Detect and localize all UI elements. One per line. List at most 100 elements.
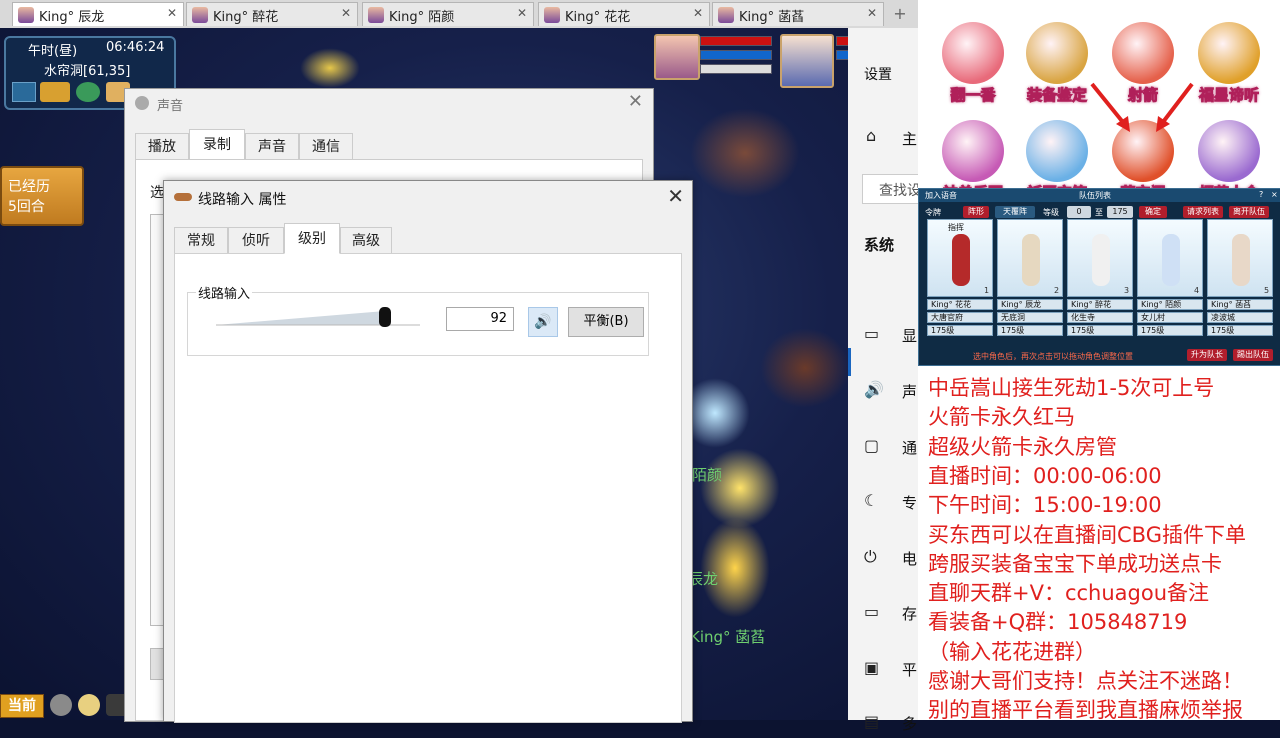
bottom-toolbar: 当前	[0, 690, 130, 720]
activity-icon	[1198, 22, 1260, 84]
settings-nav-item[interactable]: ▣ 平	[848, 654, 918, 684]
settings-nav-item[interactable]: ⏻ 电	[848, 543, 918, 573]
team-member-card[interactable]: 4 King° 陌颜 女儿村 175级	[1137, 219, 1203, 347]
tab-label: King° 菡萏	[739, 10, 805, 25]
tab-playback[interactable]: 播放	[135, 133, 189, 159]
map-toggle-icon[interactable]	[12, 82, 36, 102]
team-member-card[interactable]: 3 King° 醉花 化生寺 175级	[1067, 219, 1133, 347]
level-value-field[interactable]: 92	[446, 307, 514, 331]
team-member-card[interactable]: 2 King° 辰龙 无底洞 175级	[997, 219, 1063, 347]
browser-tab[interactable]: King° 陌颜 ✕	[362, 2, 534, 26]
promote-leader-button[interactable]: 升为队长	[1187, 349, 1227, 361]
team-member-card[interactable]: 5 King° 菡萏 凌波城 175级	[1207, 219, 1273, 347]
member-avatar: 2	[997, 219, 1063, 297]
tab-label: King° 花花	[565, 10, 631, 25]
home-icon[interactable]: ⌂	[866, 126, 876, 145]
player-name-label: King° 菡萏	[690, 628, 766, 646]
activity-icon	[1026, 22, 1088, 84]
member-level: 175级	[927, 325, 993, 336]
settings-nav-item[interactable]: ▭ 显	[848, 320, 918, 350]
new-tab-button[interactable]: +	[890, 4, 910, 24]
world-map-icon[interactable]	[76, 82, 100, 102]
kick-member-button[interactable]: 踢出队伍	[1233, 349, 1273, 361]
close-icon[interactable]: ✕	[628, 91, 643, 112]
formation-button[interactable]: 阵形	[963, 206, 989, 218]
close-icon[interactable]: ✕	[167, 6, 177, 20]
settings-nav-item[interactable]: ▭ 存	[848, 598, 918, 628]
formation-select[interactable]: 天覆阵	[995, 206, 1035, 218]
location-label[interactable]: 水帘洞[61,35]	[44, 60, 130, 79]
close-icon[interactable]: ×	[1271, 190, 1278, 199]
pet-portrait[interactable]	[654, 34, 700, 80]
browser-tab-bar: King° 辰龙 ✕ King° 醉花 ✕ King° 陌颜 ✕ King° 花花 ✕ King…	[0, 0, 918, 29]
backpack-icon[interactable]	[40, 82, 70, 102]
balance-button[interactable]: 平衡(B)	[568, 307, 644, 337]
player-portrait[interactable]	[780, 34, 834, 88]
close-icon[interactable]: ✕	[867, 6, 877, 20]
settings-nav-item[interactable]: ▢ 通	[848, 432, 918, 462]
browser-tab[interactable]: King° 辰龙 ✕	[12, 2, 184, 26]
level-range-to: 至	[1095, 208, 1103, 217]
levels-panel: 线路输入 92 🔊 平衡(B)	[174, 253, 682, 723]
tab-levels[interactable]: 级别	[284, 223, 340, 254]
close-icon[interactable]: ✕	[693, 6, 703, 20]
member-level: 175级	[997, 325, 1063, 336]
leader-tag: 指挥	[948, 223, 964, 232]
settings-search-input[interactable]: 查找设	[862, 174, 922, 204]
activity-button[interactable]: 装备鉴定	[1020, 22, 1092, 112]
ad-line: 中岳嵩山接生死劫1-5次可上号	[928, 376, 1215, 400]
browser-tab[interactable]: King° 醉花 ✕	[186, 2, 358, 26]
display-icon: ▭	[864, 324, 880, 343]
home-label[interactable]: 主	[902, 128, 917, 149]
level-min-input[interactable]: 0	[1067, 206, 1091, 218]
mp-bar	[836, 50, 848, 60]
speaker-icon	[135, 96, 149, 110]
member-school: 大唐官府	[927, 312, 993, 323]
member-index: 4	[1194, 286, 1200, 295]
tab-label: King° 醉花	[213, 10, 279, 25]
member-figure	[952, 234, 970, 286]
chat-bubble-icon[interactable]	[78, 694, 100, 716]
selected-indicator	[848, 348, 851, 376]
avatar-icon	[368, 7, 384, 23]
activity-button[interactable]: 福星谛听	[1192, 22, 1264, 112]
tab-listen[interactable]: 侦听	[228, 227, 284, 253]
line-in-jack-icon	[174, 193, 192, 201]
help-icon[interactable]: ?	[1259, 190, 1263, 199]
browser-tab[interactable]: King° 菡萏 ✕	[712, 2, 884, 26]
tab-sounds[interactable]: 声音	[245, 133, 299, 159]
request-list-button[interactable]: 请求列表	[1183, 206, 1223, 218]
level-slider[interactable]	[216, 307, 422, 329]
tab-recording[interactable]: 录制	[189, 129, 245, 159]
sound-icon: 🔊	[864, 380, 884, 399]
browser-tab[interactable]: King° 花花 ✕	[538, 2, 710, 26]
close-icon[interactable]: ✕	[517, 6, 527, 20]
settings-nav-label: 电	[902, 550, 918, 568]
close-icon[interactable]: ✕	[667, 184, 684, 208]
focus-icon: ☾	[864, 491, 879, 510]
slider-thumb[interactable]	[379, 307, 391, 327]
settings-nav-label: 显	[902, 327, 918, 345]
tab-label: King° 陌颜	[389, 10, 455, 25]
settings-nav-item[interactable]: ▤ 多	[848, 708, 918, 738]
member-name: King° 菡萏	[1207, 299, 1273, 310]
confirm-button[interactable]: 确定	[1139, 206, 1167, 218]
level-max-input[interactable]: 175	[1107, 206, 1133, 218]
player-name-label: 陌颜	[692, 466, 723, 484]
ad-line: 下午时间：15:00-19:00	[928, 493, 1162, 518]
team-member-card[interactable]: 1 指挥 King° 花花 大唐官府 175级	[927, 219, 993, 347]
leave-team-button[interactable]: 离开队伍	[1229, 206, 1269, 218]
settings-nav-item[interactable]: ☾ 专	[848, 487, 918, 517]
tab-general[interactable]: 常规	[174, 227, 228, 253]
time-period: 午时(昼)	[28, 44, 78, 59]
close-icon[interactable]: ✕	[341, 6, 351, 20]
join-voice-button[interactable]: 加入语音	[925, 190, 957, 201]
member-level: 175级	[1067, 325, 1133, 336]
mute-button[interactable]: 🔊	[528, 307, 558, 337]
tab-advanced[interactable]: 高级	[340, 227, 392, 253]
tab-communications[interactable]: 通信	[299, 133, 353, 159]
microphone-icon[interactable]	[50, 694, 72, 716]
activity-button[interactable]: 翻一番	[936, 22, 1008, 112]
settings-nav-item[interactable]: 🔊 声	[848, 376, 918, 406]
current-channel-button[interactable]: 当前	[0, 694, 44, 718]
